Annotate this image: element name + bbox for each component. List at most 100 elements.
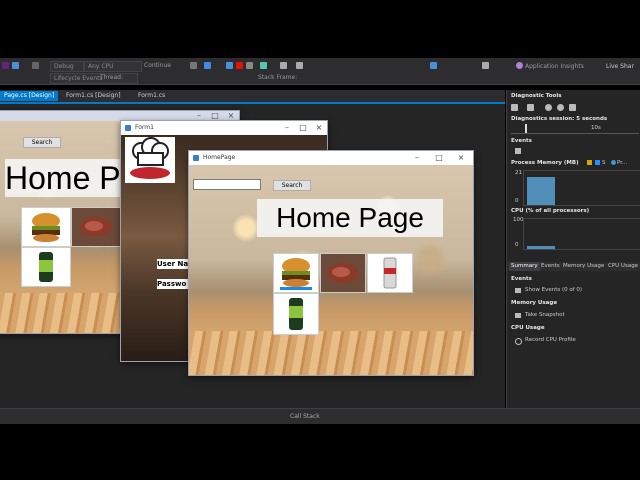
chef-logo bbox=[125, 137, 175, 183]
step-into-icon[interactable] bbox=[280, 62, 287, 69]
undo-icon[interactable] bbox=[12, 62, 19, 69]
take-snapshot-button[interactable]: Take Snapshot bbox=[525, 312, 565, 318]
diagnostic-tools-panel: Diagnostic Tools Diagnostics session: 5 … bbox=[506, 90, 640, 408]
step-over-icon[interactable] bbox=[260, 62, 267, 69]
minimize-icon[interactable]: – bbox=[409, 151, 425, 165]
pause-icon bbox=[515, 148, 521, 154]
green-bottle-icon bbox=[39, 252, 53, 282]
legend-pr: Pr... bbox=[617, 160, 628, 166]
steak-picture[interactable] bbox=[71, 207, 121, 247]
stop-icon[interactable] bbox=[236, 62, 243, 69]
redo-icon[interactable] bbox=[32, 62, 39, 69]
memory-area bbox=[527, 177, 555, 205]
cpu-header: CPU (% of all processors) bbox=[511, 208, 590, 214]
gc-marker-icon bbox=[587, 160, 592, 165]
timeline-cursor[interactable] bbox=[525, 124, 527, 133]
form1-titlebar: Form1 – □ × bbox=[121, 121, 327, 135]
browse-icon[interactable] bbox=[204, 62, 211, 69]
comment-icon[interactable] bbox=[430, 62, 437, 69]
table-top-image bbox=[189, 331, 473, 375]
soda-can-icon bbox=[383, 257, 397, 289]
letterbox-top bbox=[0, 0, 640, 58]
tab-page-design[interactable]: Page.cs [Design] bbox=[0, 91, 59, 101]
events-header: Events bbox=[511, 138, 532, 144]
config-combo[interactable]: Debug bbox=[50, 61, 84, 72]
designer-surface: – □ × Search Home P Form1 – □ × User Na … bbox=[0, 104, 505, 408]
platform-combo[interactable]: Any CPU bbox=[84, 61, 142, 72]
close-icon[interactable]: × bbox=[311, 121, 327, 135]
continue-button[interactable]: Continue bbox=[144, 62, 171, 69]
maximize-icon[interactable]: □ bbox=[431, 151, 447, 165]
steak-icon bbox=[327, 263, 359, 283]
minimize-icon[interactable]: – bbox=[279, 121, 295, 135]
chef-hat-icon bbox=[130, 137, 170, 179]
zoom-in-icon[interactable] bbox=[545, 104, 552, 111]
letterbox-bottom bbox=[0, 424, 640, 480]
stack-frame-label: Stack Frame: bbox=[258, 74, 298, 81]
vs-toolbar: Debug Any CPU Continue Application Insig… bbox=[0, 58, 640, 85]
thread-label: Thread: bbox=[100, 74, 124, 81]
record-icon bbox=[515, 338, 522, 345]
bottom-panel-bar: Call Stack bbox=[0, 408, 640, 425]
cpu-section: CPU Usage bbox=[511, 325, 545, 331]
cpu-min: 0 bbox=[515, 242, 519, 248]
burger-picture[interactable] bbox=[21, 207, 71, 247]
live-share-button[interactable]: Live Shar bbox=[606, 63, 634, 70]
search-button[interactable]: Search bbox=[273, 180, 311, 191]
search-input[interactable] bbox=[193, 179, 261, 190]
zoom-out-icon[interactable] bbox=[557, 104, 564, 111]
cpu-graph[interactable] bbox=[523, 218, 640, 250]
camera-icon bbox=[515, 313, 521, 318]
diagnostics-title: Diagnostic Tools bbox=[511, 93, 562, 99]
events-icon bbox=[515, 288, 521, 293]
memory-section: Memory Usage bbox=[511, 300, 558, 306]
search-button[interactable]: Search bbox=[23, 137, 61, 148]
steak-icon bbox=[80, 217, 112, 237]
insights-button[interactable]: Application Insights bbox=[525, 63, 584, 70]
close-icon[interactable]: × bbox=[453, 151, 469, 165]
lifecycle-combo[interactable]: Lifecycle Events bbox=[50, 73, 138, 84]
show-events-link[interactable]: Show Events (0 of 0) bbox=[525, 287, 582, 293]
settings-icon[interactable] bbox=[511, 104, 518, 111]
cpu-max: 100 bbox=[513, 217, 524, 223]
tab-summary[interactable]: Summary bbox=[509, 262, 540, 271]
memory-graph[interactable] bbox=[523, 170, 640, 206]
tools-icon[interactable] bbox=[482, 62, 489, 69]
tab-cpu-usage[interactable]: CPU Usage bbox=[606, 262, 640, 271]
form-icon bbox=[125, 125, 131, 131]
homepage-titlebar: HomePage – □ × bbox=[189, 151, 473, 165]
tab-memory-usage[interactable]: Memory Usage bbox=[561, 262, 606, 271]
reset-zoom-icon[interactable] bbox=[569, 104, 576, 111]
private-bytes-icon bbox=[611, 160, 616, 165]
back-icon[interactable] bbox=[2, 62, 9, 69]
homepage-title: HomePage bbox=[203, 154, 236, 161]
steak-picture[interactable] bbox=[320, 253, 366, 293]
call-stack-tab[interactable]: Call Stack bbox=[290, 413, 320, 420]
maximize-icon[interactable]: □ bbox=[295, 121, 311, 135]
tab-form1-code[interactable]: Form1.cs bbox=[134, 91, 169, 101]
homepage-window[interactable]: HomePage – □ × Search Home Page bbox=[188, 150, 474, 376]
form-icon bbox=[193, 155, 199, 161]
restart-icon[interactable] bbox=[246, 62, 253, 69]
pause-icon[interactable] bbox=[226, 62, 233, 69]
document-tabs: Page.cs [Design] Form1.cs [Design] Form1… bbox=[0, 90, 505, 104]
green-bottle-icon bbox=[289, 298, 303, 330]
bottle-picture[interactable] bbox=[273, 293, 319, 335]
insights-icon bbox=[516, 62, 523, 69]
memory-header: Process Memory (MB) bbox=[511, 160, 579, 166]
tool-icon[interactable] bbox=[190, 62, 197, 69]
tab-form1-design[interactable]: Form1.cs [Design] bbox=[62, 91, 125, 101]
mem-max: 21 bbox=[515, 170, 522, 176]
record-cpu-button[interactable]: Record CPU Profile bbox=[525, 337, 576, 343]
timeline-ruler[interactable]: 10s bbox=[511, 124, 639, 134]
step-out-icon[interactable] bbox=[296, 62, 303, 69]
form1-title: Form1 bbox=[135, 124, 154, 131]
select-tools-icon[interactable] bbox=[527, 104, 534, 111]
soda-picture[interactable] bbox=[367, 253, 413, 293]
page-heading: Home Page bbox=[257, 199, 443, 237]
events-section: Events bbox=[511, 276, 532, 282]
cpu-area bbox=[527, 246, 555, 249]
tab-events[interactable]: Events bbox=[539, 262, 562, 271]
burger-picture[interactable] bbox=[273, 253, 319, 293]
bottle-picture[interactable] bbox=[21, 247, 71, 287]
